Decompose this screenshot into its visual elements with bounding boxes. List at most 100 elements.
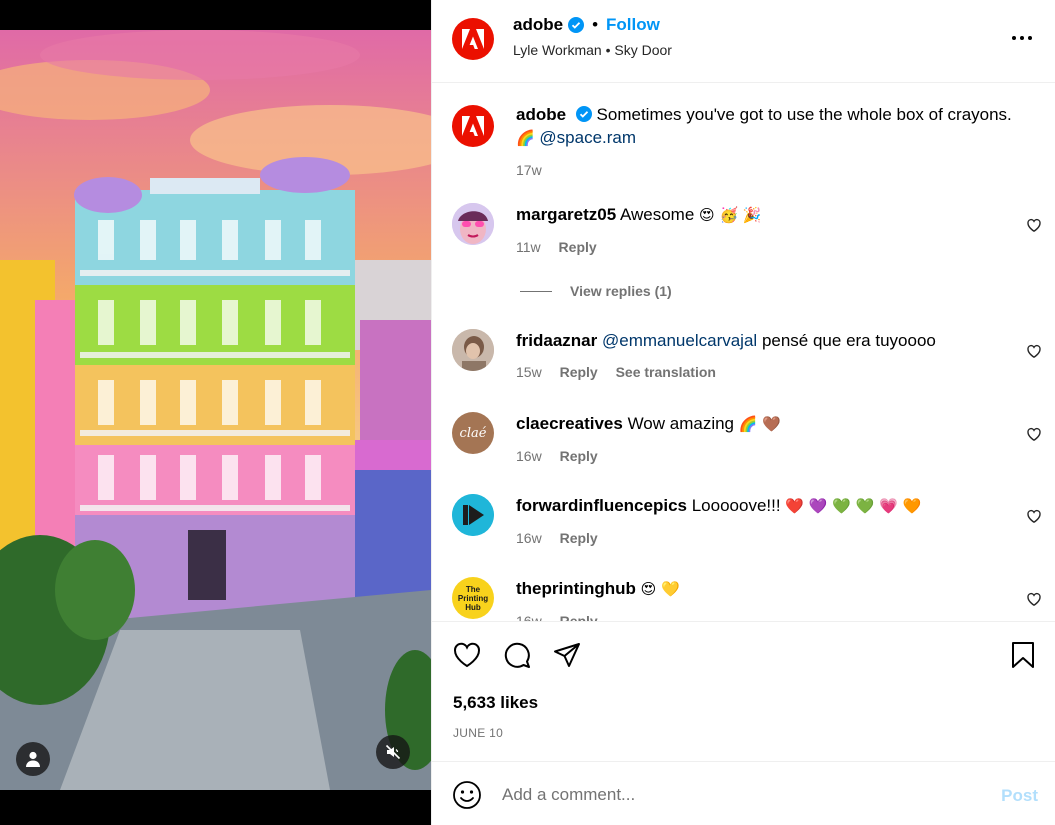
comment-username[interactable]: claecreatives: [516, 414, 623, 433]
play-logo-icon: [452, 494, 494, 536]
commenter-avatar[interactable]: [452, 329, 494, 371]
comment-username[interactable]: margaretz05: [516, 205, 616, 224]
comment-text: Wow amazing: [627, 414, 735, 433]
reply-button[interactable]: Reply: [560, 364, 598, 380]
emoji-picker-icon[interactable]: [452, 780, 482, 810]
comment-age[interactable]: 16w: [516, 613, 542, 621]
see-translation-button[interactable]: See translation: [616, 364, 716, 380]
commenter-avatar[interactable]: The Printing Hub: [452, 577, 494, 619]
reply-button[interactable]: Reply: [559, 239, 597, 255]
comment-input[interactable]: [502, 782, 982, 808]
reply-button[interactable]: Reply: [560, 530, 598, 546]
comment-button[interactable]: [502, 640, 532, 670]
comment-age[interactable]: 15w: [516, 364, 542, 380]
muted-speaker-icon: [385, 744, 401, 760]
adobe-logo-icon: [462, 29, 484, 49]
comment-username[interactable]: theprintinghub: [516, 579, 636, 598]
comment-meta: 11w Reply: [516, 236, 1016, 259]
user-icon: [26, 751, 40, 767]
header-user-line: adobe • Follow: [513, 15, 660, 35]
follow-button[interactable]: Follow: [606, 15, 660, 35]
avatar-illustration-icon: [452, 203, 494, 245]
comment-meta: 16w Reply: [516, 610, 1016, 621]
caption-meta: 17w: [516, 159, 1036, 182]
heart-icon: [454, 642, 480, 668]
post-header: adobe • Follow Lyle Workman • Sky Door: [432, 0, 1055, 83]
comment-age[interactable]: 16w: [516, 530, 542, 546]
comment-composer: Post: [432, 761, 1055, 825]
comment-item: forwardinfluencepics Looooove!!! ❤️ 💜 💚 …: [452, 494, 1042, 564]
comment-like-heart-icon[interactable]: [1026, 426, 1042, 442]
comment-emojis: 😍 💛: [640, 580, 680, 598]
comment-meta: 15w Reply See translation: [516, 361, 1016, 384]
comments-list[interactable]: adobe Sometimes you've got to use the wh…: [432, 83, 1055, 621]
comment-emojis: 🌈 🤎: [738, 415, 781, 433]
video-frame[interactable]: [0, 30, 431, 790]
more-options-button[interactable]: [1010, 26, 1034, 50]
post-media[interactable]: [0, 0, 431, 825]
post-date[interactable]: JUNE 10: [453, 726, 503, 740]
author-avatar[interactable]: [452, 18, 494, 60]
caption-avatar[interactable]: [452, 105, 494, 147]
like-button[interactable]: [452, 640, 482, 670]
post-actions: 5,633 likes JUNE 10: [432, 621, 1055, 761]
verified-badge-icon: [568, 17, 585, 33]
author-username[interactable]: adobe: [513, 15, 563, 35]
comment-body: margaretz05 Awesome 😍 🥳 🎉 11w Reply: [516, 203, 1016, 259]
post-details-panel: adobe • Follow Lyle Workman • Sky Door a…: [431, 0, 1055, 825]
comment-body: fridaaznar @emmanuelcarvajal pensé que e…: [516, 329, 1016, 384]
comment-meta: 16w Reply: [516, 527, 1016, 550]
comment-bubble-icon: [504, 642, 530, 668]
comment-emojis: 😍 🥳 🎉: [699, 206, 762, 224]
likes-count[interactable]: 5,633 likes: [453, 693, 538, 713]
comment-item: fridaaznar @emmanuelcarvajal pensé que e…: [452, 329, 1042, 399]
header-separator: •: [592, 15, 599, 34]
comment-body: theprintinghub 😍 💛 16w Reply: [516, 577, 1016, 621]
more-horizontal-icon: [1012, 36, 1032, 40]
verified-badge-icon: [575, 106, 592, 122]
view-replies-label: View replies (1): [570, 283, 672, 299]
caption-mention-link[interactable]: @space.ram: [539, 128, 636, 147]
rainbow-emoji: 🌈: [516, 129, 535, 147]
comment-age[interactable]: 16w: [516, 448, 542, 464]
reply-button[interactable]: Reply: [560, 448, 598, 464]
save-button[interactable]: [1008, 640, 1038, 670]
view-replies-button[interactable]: View replies (1): [520, 283, 672, 299]
commenter-avatar[interactable]: [452, 494, 494, 536]
caption-age[interactable]: 17w: [516, 162, 542, 178]
comment-text: Looooove!!!: [691, 496, 781, 515]
commenter-avatar[interactable]: claé: [452, 412, 494, 454]
colorful-building-image: [0, 30, 431, 790]
comment-like-heart-icon[interactable]: [1026, 343, 1042, 359]
comment-body: claecreatives Wow amazing 🌈 🤎 16w Reply: [516, 412, 1016, 468]
comment-age[interactable]: 11w: [516, 239, 541, 255]
avatar-photo-icon: [452, 329, 494, 371]
bookmark-icon: [1012, 642, 1034, 668]
comment-like-heart-icon[interactable]: [1026, 508, 1042, 524]
comment-username[interactable]: forwardinfluencepics: [516, 496, 687, 515]
comment-username[interactable]: fridaaznar: [516, 331, 597, 350]
comment-body: forwardinfluencepics Looooove!!! ❤️ 💜 💚 …: [516, 494, 1016, 550]
clae-logo-text: claé: [459, 425, 487, 441]
comment-like-heart-icon[interactable]: [1026, 591, 1042, 607]
comment-like-heart-icon[interactable]: [1026, 217, 1042, 233]
caption-username[interactable]: adobe: [516, 105, 566, 124]
comment-meta: 16w Reply: [516, 445, 1016, 468]
caption-text: Sometimes you've got to use the whole bo…: [596, 105, 1012, 124]
tagged-users-button[interactable]: [16, 742, 50, 776]
commenter-avatar[interactable]: [452, 203, 494, 245]
send-icon: [554, 643, 580, 667]
audio-attribution[interactable]: Lyle Workman • Sky Door: [513, 42, 672, 58]
comment-mention-link[interactable]: @emmanuelcarvajal: [602, 331, 757, 350]
reply-button[interactable]: Reply: [560, 613, 598, 621]
post-comment-button[interactable]: Post: [1001, 786, 1038, 806]
adobe-logo-icon: [462, 116, 484, 136]
comment-item: The Printing Hub theprintinghub 😍 💛 16w …: [452, 577, 1042, 621]
replies-divider-line: [520, 290, 552, 292]
mute-button[interactable]: [376, 735, 410, 769]
comment-text: Awesome: [619, 205, 695, 224]
share-button[interactable]: [552, 640, 582, 670]
caption-body: adobe Sometimes you've got to use the wh…: [516, 103, 1036, 182]
printing-hub-logo-text: The Printing Hub: [457, 584, 489, 612]
comment-emojis: ❤️ 💜 💚 💚 💗 🧡: [785, 497, 922, 515]
